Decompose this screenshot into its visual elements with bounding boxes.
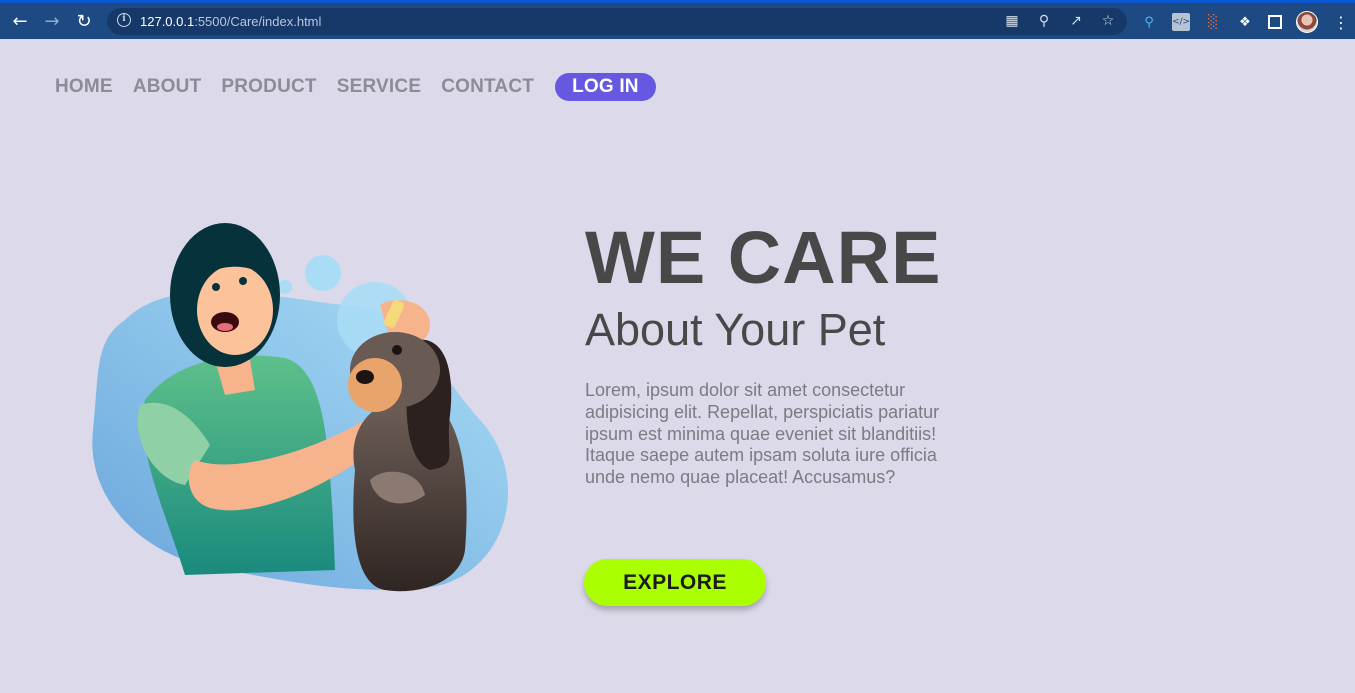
forward-arrow-icon[interactable]: → bbox=[40, 9, 64, 33]
hero-subtitle: About Your Pet bbox=[585, 304, 886, 355]
chart-extension-icon[interactable]: ░ bbox=[1204, 13, 1222, 31]
translate-icon[interactable]: ▦ bbox=[1003, 12, 1021, 30]
side-panel-icon[interactable] bbox=[1268, 15, 1282, 29]
url-host: 127.0.0.1 bbox=[140, 14, 195, 29]
share-icon[interactable]: ↗ bbox=[1067, 12, 1085, 30]
back-arrow-icon[interactable]: ← bbox=[8, 9, 32, 33]
bookmark-star-icon[interactable]: ☆ bbox=[1099, 12, 1117, 30]
browser-toolbar: ← → ↻ i 127.0.0.1:5500/Care/index.html ▦… bbox=[0, 0, 1355, 39]
extensions-puzzle-icon[interactable]: ❖ bbox=[1236, 13, 1254, 31]
url-path: :5500/Care/index.html bbox=[194, 14, 322, 29]
search-extension-icon[interactable]: ⚲ bbox=[1140, 13, 1158, 31]
zoom-out-icon[interactable]: ⚲ bbox=[1035, 12, 1053, 30]
code-extension-icon[interactable]: </> bbox=[1172, 13, 1190, 31]
nav-service[interactable]: SERVICE bbox=[337, 76, 421, 98]
hero-title: WE CARE bbox=[585, 216, 942, 299]
hero-illustration bbox=[92, 223, 509, 592]
address-bar[interactable]: i 127.0.0.1:5500/Care/index.html ▦ ⚲ ↗ ☆ bbox=[107, 8, 1127, 35]
site-info-icon[interactable]: i bbox=[117, 13, 131, 27]
url-text[interactable]: 127.0.0.1:5500/Care/index.html bbox=[140, 14, 321, 29]
nav-home[interactable]: HOME bbox=[55, 76, 113, 98]
login-button[interactable]: LOG IN bbox=[555, 73, 656, 101]
nav-about[interactable]: ABOUT bbox=[133, 76, 202, 98]
main-nav: HOME ABOUT PRODUCT SERVICE CONTACT LOG I… bbox=[55, 73, 676, 101]
profile-avatar[interactable] bbox=[1296, 11, 1318, 33]
nav-contact[interactable]: CONTACT bbox=[441, 76, 534, 98]
menu-dots-icon[interactable]: ⋮ bbox=[1332, 13, 1350, 32]
nav-product[interactable]: PRODUCT bbox=[221, 76, 316, 98]
hero-description: Lorem, ipsum dolor sit amet consectetur … bbox=[585, 380, 940, 488]
explore-button[interactable]: EXPLORE bbox=[584, 559, 766, 606]
reload-icon[interactable]: ↻ bbox=[72, 9, 96, 33]
